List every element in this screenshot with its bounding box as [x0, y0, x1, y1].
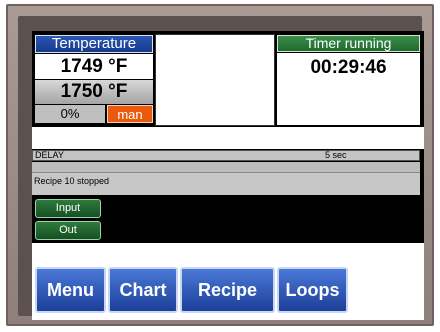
- recipe-button[interactable]: Recipe: [180, 267, 275, 313]
- input-button[interactable]: Input: [35, 199, 101, 218]
- status-message: Recipe 10 stopped: [34, 176, 110, 186]
- blank-panel: [155, 34, 275, 126]
- output-button[interactable]: Out: [35, 221, 101, 240]
- timer-value: 00:29:46: [277, 53, 420, 125]
- status-strip: [32, 162, 420, 172]
- temperature-setpoint[interactable]: 1750 °F: [35, 80, 153, 104]
- status-bar: Recipe 10 stopped: [32, 172, 420, 195]
- delay-bar: DELAY 5 sec: [32, 150, 420, 161]
- temperature-title: Temperature: [35, 35, 153, 53]
- spacer: [32, 127, 424, 149]
- delay-label: DELAY: [35, 150, 64, 160]
- nav-area: Menu Chart Recipe Loops: [32, 243, 424, 320]
- mode-button[interactable]: man: [107, 105, 153, 123]
- timer-title: Timer running: [277, 35, 420, 52]
- loops-button[interactable]: Loops: [277, 267, 348, 313]
- output-percent: 0%: [35, 105, 105, 123]
- hmi-screen: Temperature 1749 °F 1750 °F 0% man Timer…: [32, 31, 424, 320]
- temperature-process-value: 1749 °F: [35, 54, 153, 79]
- chart-button[interactable]: Chart: [108, 267, 178, 313]
- menu-button[interactable]: Menu: [35, 267, 106, 313]
- delay-value: 5 sec: [325, 150, 347, 160]
